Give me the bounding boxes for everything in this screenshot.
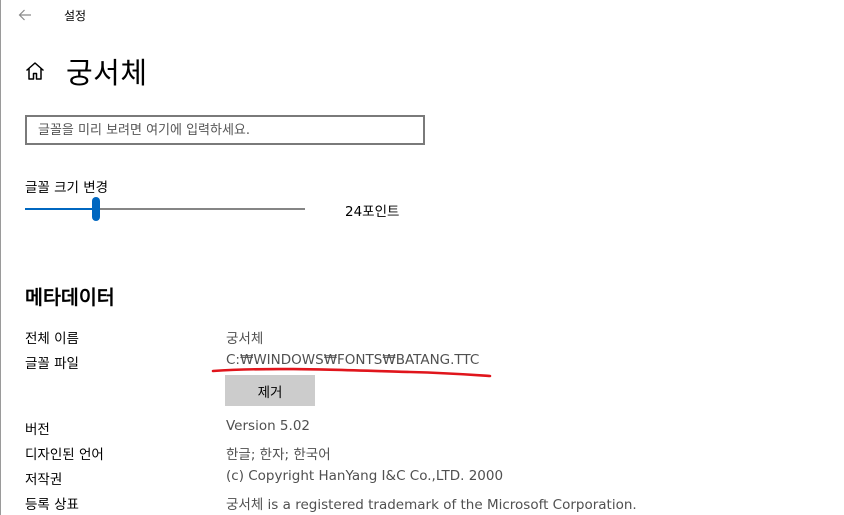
- full-name-value: 궁서체: [226, 331, 264, 347]
- font-size-value: 24포인트: [345, 204, 400, 220]
- back-button[interactable]: [10, 2, 40, 28]
- designed-languages-label: 디자인된 언어: [25, 447, 104, 463]
- trademark-label: 등록 상표: [25, 497, 79, 513]
- version-value: Version 5.02: [226, 418, 310, 434]
- arrow-left-icon: [18, 9, 31, 21]
- trademark-value: 궁서체 is a registered trademark of the Mic…: [226, 497, 637, 513]
- metadata-section-title: 메타데이터: [25, 286, 115, 309]
- home-icon[interactable]: [24, 60, 46, 82]
- slider-thumb[interactable]: [92, 197, 101, 221]
- title-bar: 설정: [0, 0, 844, 32]
- font-file-label: 글꼴 파일: [25, 356, 79, 372]
- copyright-label: 저작권: [25, 472, 63, 488]
- font-size-label: 글꼴 크기 변경: [25, 180, 109, 196]
- font-preview-input[interactable]: [25, 115, 425, 145]
- copyright-value: (c) Copyright HanYang I&C Co.,LTD. 2000: [226, 468, 504, 484]
- remove-font-button[interactable]: 제거: [225, 375, 315, 406]
- page-title: 궁서체: [66, 56, 148, 90]
- window-title: 설정: [64, 9, 87, 23]
- slider-fill: [25, 208, 97, 210]
- font-size-slider[interactable]: [25, 196, 305, 222]
- designed-languages-value: 한글; 한자; 한국어: [226, 447, 331, 463]
- full-name-label: 전체 이름: [25, 331, 79, 347]
- version-label: 버전: [25, 422, 50, 438]
- window-left-border: [0, 0, 1, 515]
